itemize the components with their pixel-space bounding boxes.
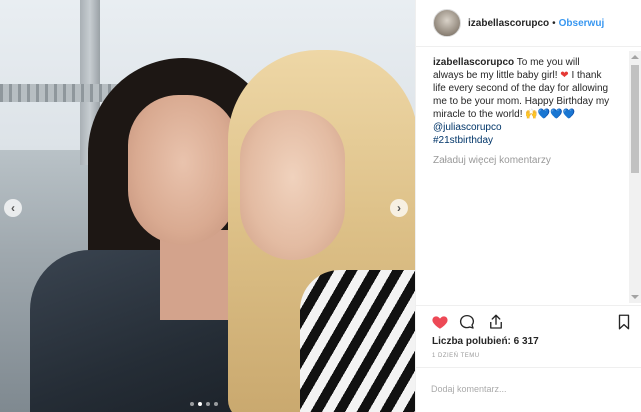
caption-mention[interactable]: @juliascorupco: [433, 122, 502, 133]
chevron-left-icon[interactable]: ‹: [4, 199, 22, 217]
caption-hashtag[interactable]: #21stbirthday: [433, 135, 493, 146]
follow-button[interactable]: Obserwuj: [559, 18, 605, 29]
carousel-dot: [206, 402, 210, 406]
scrollbar-thumb[interactable]: [631, 65, 639, 173]
carousel-dot-active: [198, 402, 202, 406]
scroll-up-icon[interactable]: [631, 55, 639, 59]
share-icon[interactable]: [487, 313, 505, 331]
carousel-dot: [214, 402, 218, 406]
carousel-dots: [190, 402, 218, 406]
likes-count[interactable]: Liczba polubień: 6 317: [432, 336, 539, 347]
person-right-striped-top: [300, 270, 415, 412]
post-actions: [415, 305, 641, 335]
post-side-panel: izabellascorupco • Obserwuj izabellascor…: [415, 0, 641, 412]
avatar[interactable]: [433, 9, 461, 37]
post-caption: izabellascorupco To me you will always b…: [416, 47, 628, 147]
chevron-right-icon[interactable]: ›: [390, 199, 408, 217]
caption-username[interactable]: izabellascorupco: [433, 57, 514, 68]
heart-emoji-icon: ❤: [560, 70, 569, 81]
add-comment-input[interactable]: [431, 381, 626, 397]
blue-hearts-emoji-icon: 💙💙💙: [537, 109, 576, 120]
comments-scrollbar[interactable]: [629, 51, 641, 303]
comment-bubble-icon[interactable]: [458, 313, 476, 331]
person-left-face: [128, 95, 238, 245]
bookmark-icon[interactable]: [615, 313, 633, 331]
heart-filled-icon[interactable]: [431, 313, 449, 331]
scroll-down-icon[interactable]: [631, 295, 639, 299]
post-timestamp: 1 DZIEŃ TEMU: [432, 353, 480, 359]
person-right-face: [240, 110, 345, 260]
post-photo: ‹ ›: [0, 0, 415, 412]
load-more-comments[interactable]: Załaduj więcej komentarzy: [416, 147, 641, 166]
comment-composer: [415, 367, 641, 412]
header-username[interactable]: izabellascorupco: [468, 18, 549, 29]
raised-hands-emoji-icon: 🙌: [525, 109, 538, 120]
header-separator: •: [552, 17, 556, 29]
post-header: izabellascorupco • Obserwuj: [416, 0, 641, 47]
carousel-dot: [190, 402, 194, 406]
